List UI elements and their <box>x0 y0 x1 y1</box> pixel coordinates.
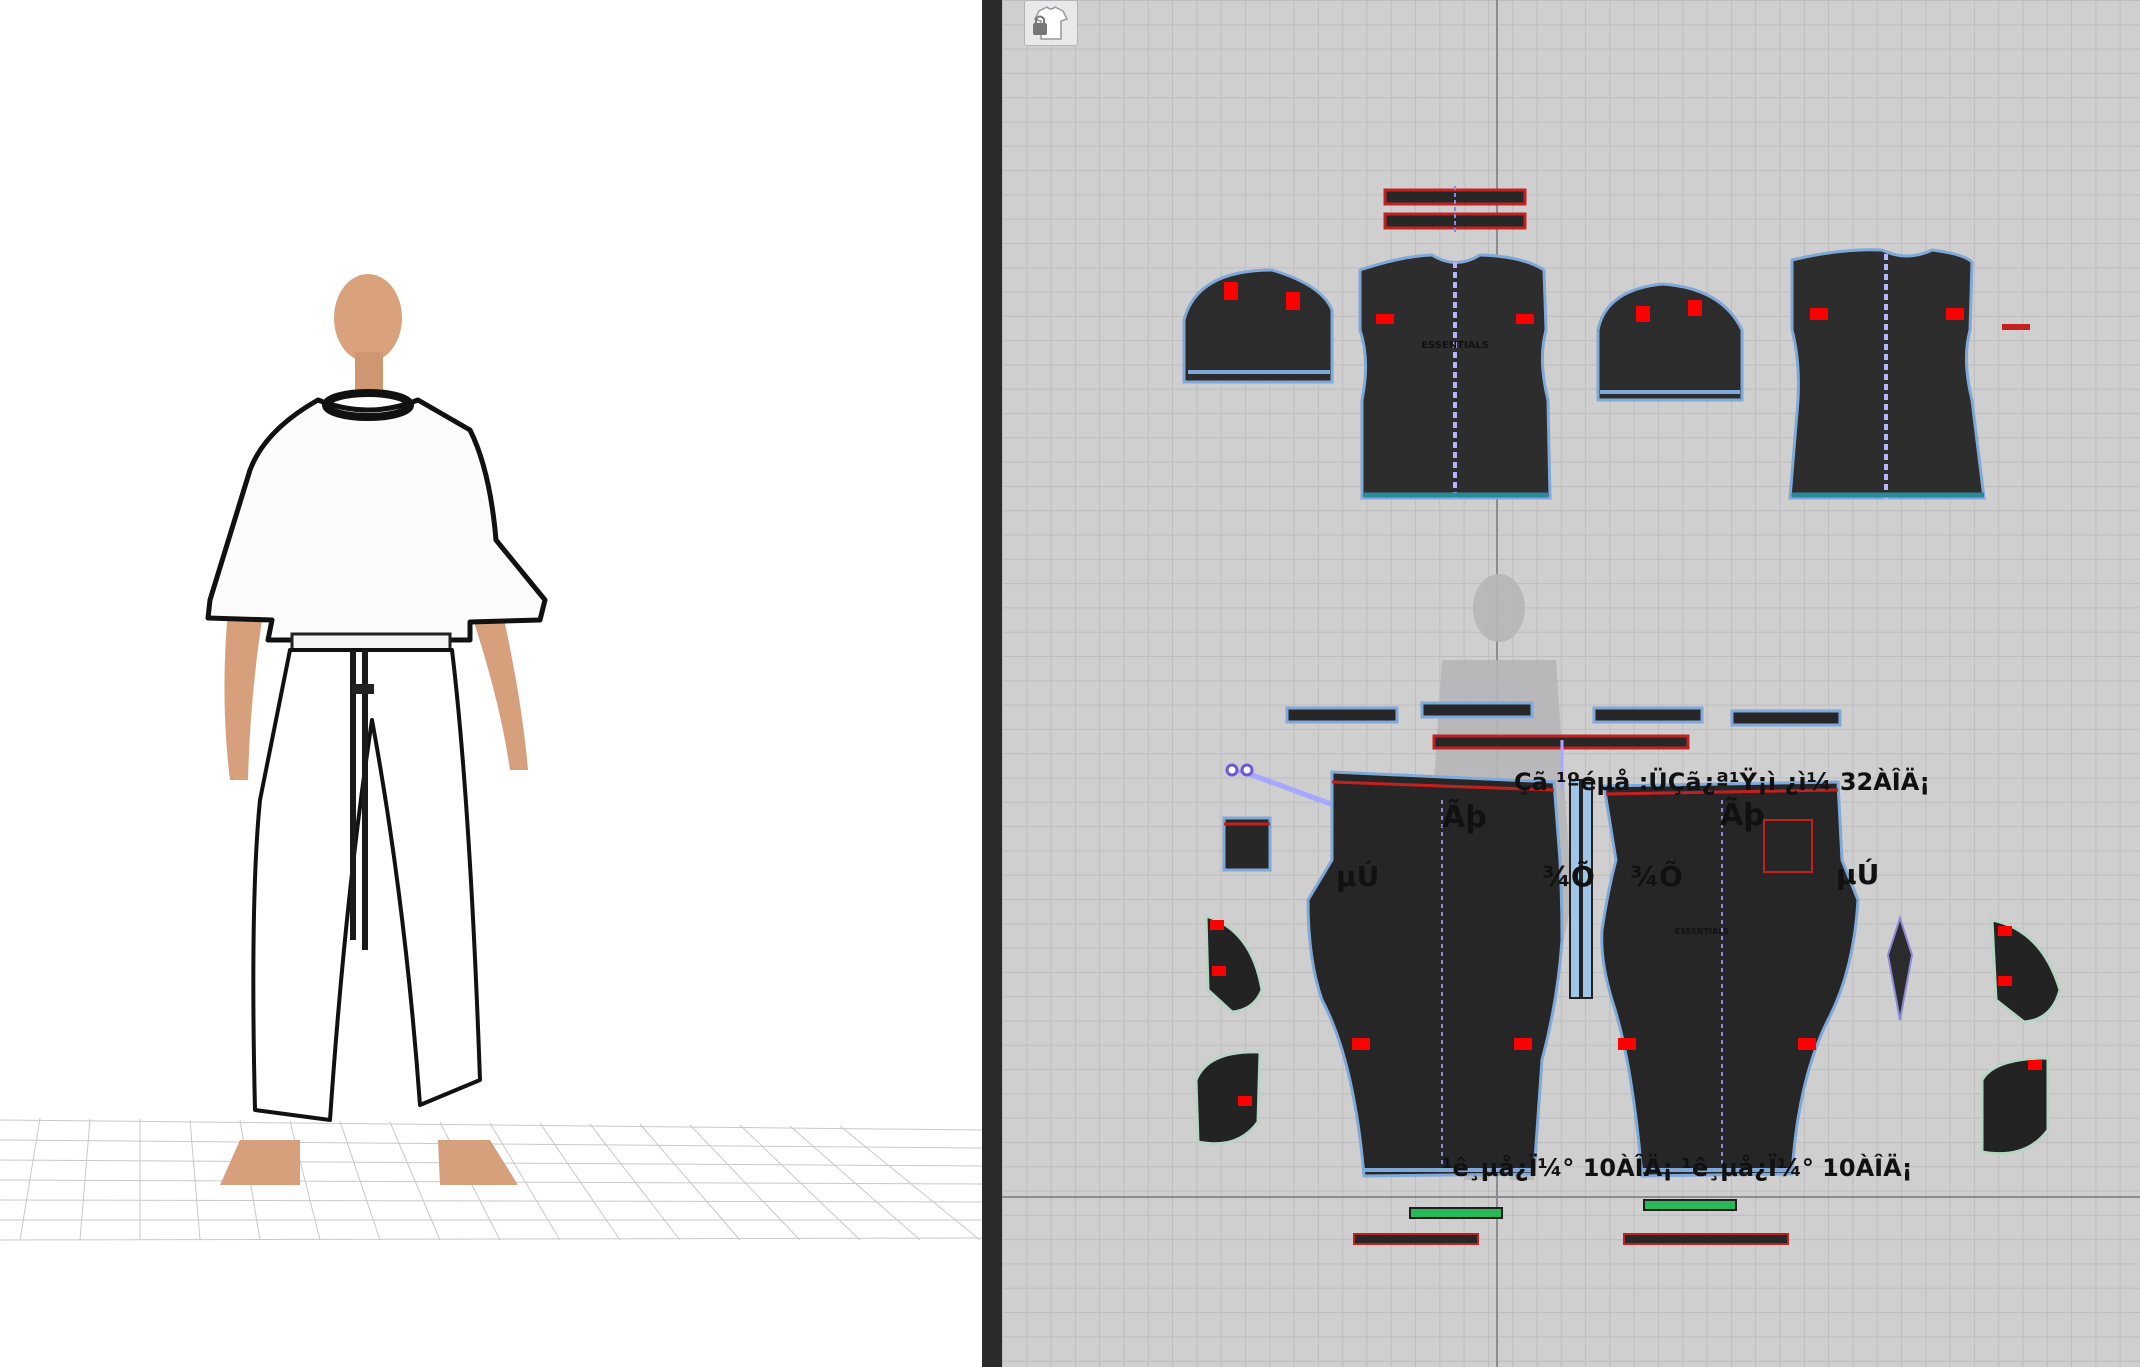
cuff-pieces <box>1353 1199 1789 1245</box>
measure-bottom-label: ¹ê¸µå¿Ï¼° 10ÀÎÄ¡ ¹ê¸µå¿Ï¼° 10ÀÎÄ¡ <box>1442 1154 1913 1182</box>
pants-back-right-piece: ESSENTIALS <box>1600 780 1860 1178</box>
front-texture-label: ESSENTIALS <box>1421 340 1489 351</box>
measure-top-label: Çã ¹ºéµå :ÜÇã¿ª¹Ÿ¡ì ¿ì¼ 32ÀÎÄ¡ <box>1514 768 1931 796</box>
panel-divider[interactable] <box>982 0 1002 1367</box>
2d-pattern-viewport[interactable]: ESSENTIALS ESSENTIALS Çã ¹ºéµå:ÜÇã¿ª¹Ÿ¡… <box>1002 0 2140 1367</box>
3d-viewport[interactable] <box>0 0 982 1367</box>
gusset-piece <box>1886 914 1914 1021</box>
avatar-figure[interactable] <box>205 274 548 1185</box>
piece-label-left-mid: ¾Õ <box>1542 860 1595 893</box>
garment-lock-button[interactable] <box>1024 0 1078 46</box>
sleeve-piece-left <box>1182 268 1334 384</box>
front-bodice-piece: ESSENTIALS <box>1358 253 1552 500</box>
sleeve-piece-right <box>1596 282 1744 402</box>
piece-label-left-front: µÚ <box>1336 860 1380 893</box>
pocket-label-left: Ãþ <box>1442 800 1487 835</box>
small-tab-piece <box>2002 324 2030 330</box>
piece-label-right-mid: ¾Õ <box>1630 860 1683 893</box>
piece-label-right-back: µÚ <box>1836 858 1880 891</box>
pocket-piece <box>1222 816 1272 872</box>
pants-front-left-piece <box>1306 770 1564 1178</box>
pants-texture-label: ESSENTIALS <box>1675 927 1730 936</box>
3d-scene <box>0 274 982 1241</box>
pocket-bag-left <box>1194 913 1264 1146</box>
lock-shirt-icon <box>1033 6 1069 40</box>
pocket-bag-right <box>1980 918 2062 1156</box>
back-bodice-piece <box>1788 248 1986 500</box>
pocket-label-right: Ãþ <box>1720 798 1765 833</box>
collar-piece-1 <box>1383 186 1527 232</box>
